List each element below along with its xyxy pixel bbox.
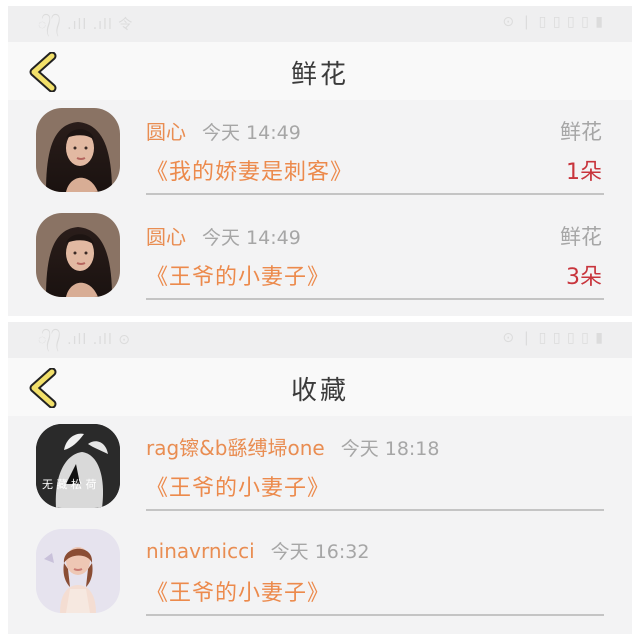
status-bar: ᭄ ᭄ .ıll .ıll 令 ⊙ ❘ ▯ ▯ ▯ ▯ ▮: [8, 6, 632, 42]
list-item[interactable]: 无 藏 松 荷 rag镲&b繇缚埽one 今天 18:18 《王爷的小妻子》: [8, 416, 632, 521]
book-title[interactable]: 《我的娇妻是刺客》: [146, 154, 353, 186]
timestamp: 今天 14:49: [202, 227, 301, 249]
item-header: 圆心 今天 14:49: [146, 221, 301, 250]
gift-type: 鲜花: [560, 120, 602, 144]
avatar-caption: 无 藏 松 荷: [42, 477, 97, 491]
list-item[interactable]: 圆心 今天 14:49 《我的娇妻是刺客》 鲜花 1朵: [8, 100, 632, 205]
user-name[interactable]: 圆心: [146, 225, 186, 249]
divider: [146, 509, 604, 511]
book-title[interactable]: 《王爷的小妻子》: [146, 575, 330, 607]
page-title: 鲜花: [290, 60, 349, 90]
avatar[interactable]: [36, 213, 120, 297]
flower-count: 3朵: [566, 265, 602, 290]
flowers-screen: ᭄ ᭄ .ıll .ıll 令 ⊙ ❘ ▯ ▯ ▯ ▯ ▮ 鲜花 圆心 今天 1…: [8, 6, 632, 316]
timestamp: 今天 18:18: [340, 438, 440, 460]
divider: [146, 193, 604, 195]
battery-icons: ⊙ ❘ ▯ ▯ ▯ ▯ ▮: [502, 330, 604, 346]
book-title[interactable]: 《王爷的小妻子》: [146, 259, 330, 291]
user-name[interactable]: ninavrnicci: [146, 539, 255, 563]
timestamp: 今天 16:32: [270, 541, 370, 563]
list-item[interactable]: ninavrnicci 今天 16:32 《王爷的小妻子》: [8, 521, 632, 626]
avatar[interactable]: 无 藏 松 荷: [36, 424, 120, 508]
signal-icons: ᭄ ᭄ .ıll .ıll 令: [38, 17, 134, 33]
divider: [146, 298, 604, 300]
divider: [146, 614, 604, 616]
favorites-screen: ᭄ ᭄ .ıll .ıll ⊙ ⊙ ❘ ▯ ▯ ▯ ▯ ▮ 收藏 无 藏 松 荷: [8, 322, 632, 634]
item-header: ninavrnicci 今天 16:32: [146, 537, 369, 564]
nav-header: 收藏: [8, 358, 632, 416]
flower-list: 圆心 今天 14:49 《我的娇妻是刺客》 鲜花 1朵 圆心 今天 14:49 …: [8, 100, 632, 310]
gift-type: 鲜花: [560, 225, 602, 249]
page-title: 收藏: [290, 376, 349, 406]
avatar[interactable]: [36, 529, 120, 613]
flower-count: 1朵: [566, 160, 602, 185]
avatar[interactable]: [36, 108, 120, 192]
battery-icons: ⊙ ❘ ▯ ▯ ▯ ▯ ▮: [502, 14, 604, 30]
user-name[interactable]: 圆心: [146, 120, 186, 144]
signal-icons: ᭄ ᭄ .ıll .ıll ⊙: [38, 332, 132, 348]
item-header: 圆心 今天 14:49: [146, 116, 301, 145]
timestamp: 今天 14:49: [202, 122, 301, 144]
book-title[interactable]: 《王爷的小妻子》: [146, 470, 330, 502]
status-bar: ᭄ ᭄ .ıll .ıll ⊙ ⊙ ❘ ▯ ▯ ▯ ▯ ▮: [8, 322, 632, 358]
item-header: rag镲&b繇缚埽one 今天 18:18: [146, 432, 439, 461]
nav-header: 鲜花: [8, 42, 632, 100]
favorites-list: 无 藏 松 荷 rag镲&b繇缚埽one 今天 18:18 《王爷的小妻子》 n…: [8, 416, 632, 626]
list-item[interactable]: 圆心 今天 14:49 《王爷的小妻子》 鲜花 3朵: [8, 205, 632, 310]
user-name[interactable]: rag镲&b繇缚埽one: [146, 436, 325, 460]
